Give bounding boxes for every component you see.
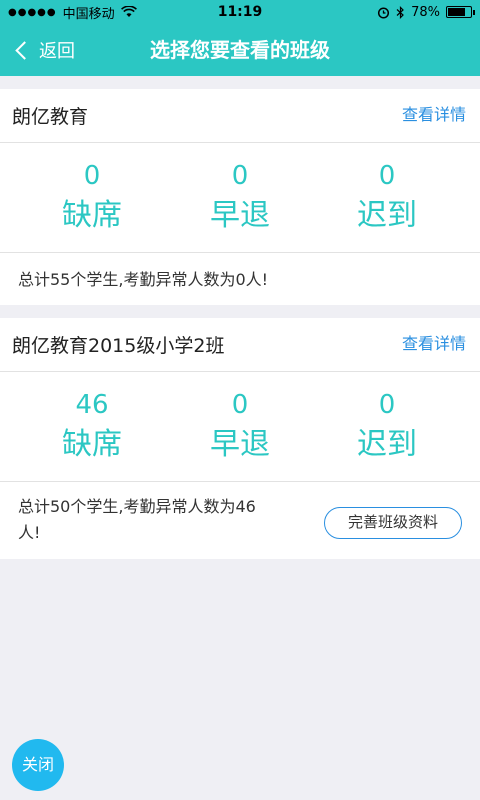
bluetooth-icon (396, 5, 404, 19)
late-stat: 0 迟到 (327, 143, 447, 233)
absent-stat: 0 缺席 (32, 143, 152, 233)
late-stat: 0 迟到 (327, 372, 447, 462)
battery-percent: 78% (411, 4, 440, 20)
absent-label: 缺席 (62, 198, 122, 233)
attendance-stats: 0 缺席 0 早退 0 迟到 (0, 143, 480, 253)
page-title: 选择您要查看的班级 (150, 38, 330, 62)
attendance-summary-line: 人! (18, 523, 41, 542)
battery-icon (446, 6, 475, 18)
early-leave-label: 早退 (210, 198, 270, 233)
alarm-icon (378, 6, 390, 19)
absent-label: 缺席 (62, 427, 122, 462)
close-button[interactable]: 关闭 (12, 739, 64, 791)
class-name: 朗亿教育 (12, 106, 89, 128)
complete-class-info-button[interactable]: 完善班级资料 (324, 507, 462, 539)
status-time: 11:19 (217, 4, 263, 20)
battery-level (448, 8, 466, 16)
absent-stat: 46 缺席 (32, 372, 152, 462)
class-card-header: 朗亿教育 查看详情 (0, 89, 480, 143)
absent-count: 46 (75, 390, 109, 420)
wifi-icon (120, 6, 137, 17)
signal-icon: ●●●●● (8, 6, 57, 18)
class-card: 朗亿教育2015级小学2班 查看详情 46 缺席 0 早退 0 迟到 总计50个… (0, 318, 480, 559)
status-right: 78% (302, 4, 475, 20)
attendance-summary-line: 总计50个学生,考勤异常人数为46 (18, 497, 256, 516)
status-bar: ●●●●● 中国移动 11:19 78% (0, 0, 480, 24)
view-details-link[interactable]: 查看详情 (402, 330, 466, 354)
attendance-summary: 总计55个学生,考勤异常人数为0人! (18, 270, 269, 289)
carrier-label: 中国移动 (62, 6, 115, 22)
class-card-header: 朗亿教育2015级小学2班 查看详情 (0, 318, 480, 372)
status-left: ●●●●● 中国移动 (8, 3, 178, 22)
view-details-link[interactable]: 查看详情 (402, 101, 466, 125)
attendance-summary: 总计50个学生,考勤异常人数为46 人! (18, 494, 256, 546)
attendance-stats: 46 缺席 0 早退 0 迟到 (0, 372, 480, 482)
class-name: 朗亿教育2015级小学2班 (12, 335, 225, 357)
late-label: 迟到 (357, 198, 417, 233)
early-leave-stat: 0 早退 (180, 372, 300, 462)
late-count: 0 (378, 390, 396, 420)
early-leave-stat: 0 早退 (180, 143, 300, 233)
class-card: 朗亿教育 查看详情 0 缺席 0 早退 0 迟到 总计55个学生,考勤异常人数为… (0, 89, 480, 305)
absent-count: 0 (83, 161, 101, 191)
late-count: 0 (378, 161, 396, 191)
early-leave-count: 0 (231, 161, 249, 191)
nav-bar: 返回 选择您要查看的班级 (0, 24, 480, 76)
late-label: 迟到 (357, 427, 417, 462)
early-leave-count: 0 (231, 390, 249, 420)
early-leave-label: 早退 (210, 427, 270, 462)
